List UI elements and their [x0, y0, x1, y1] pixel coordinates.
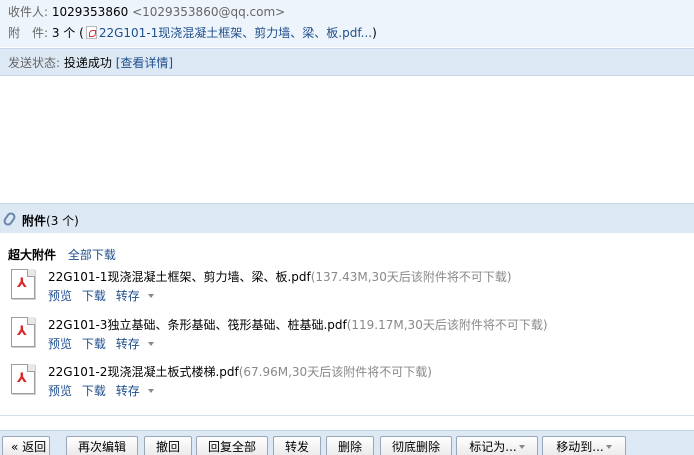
list-item: ⅄ 22G101-1现浇混凝土框架、剪力墙、梁、板.pdf(137.43M,30… — [8, 266, 688, 308]
permanent-delete-button[interactable]: 彻底删除 — [380, 436, 452, 455]
attachment-label: 附 件: — [8, 26, 49, 40]
attachment-meta: (67.96M,30天后该附件将不可下载) — [238, 365, 432, 379]
caret-down-icon — [518, 445, 525, 449]
preview-link[interactable]: 预览 — [48, 289, 72, 303]
reply-all-button[interactable]: 回复全部 — [196, 436, 268, 455]
send-status-bar: 发送状态: 投递成功 [查看详情] — [0, 48, 694, 76]
caret-down-icon — [147, 342, 154, 346]
attachment-count: 3 个 — [51, 26, 76, 40]
pdf-file-icon — [85, 26, 97, 39]
paperclip-icon — [1, 210, 18, 228]
mark-as-dropdown[interactable]: 标记为... — [456, 436, 538, 455]
list-item: ⅄ 22G101-2现浇混凝土板式楼梯.pdf(67.96M,30天后该附件将不… — [8, 361, 688, 403]
caret-down-icon — [147, 389, 154, 393]
attachment-first-link[interactable]: 22G101-1现浇混凝土框架、剪力墙、梁、板.pdf... — [99, 26, 372, 40]
attachment-paren-open: ( — [79, 26, 84, 40]
recipient-row: 收件人: 1029353860 <1029353860@qq.com> — [8, 3, 285, 21]
recipient-address[interactable]: <1029353860@qq.com> — [132, 5, 285, 19]
pdf-file-icon: ⅄ — [8, 364, 38, 396]
recipient-name[interactable]: 1029353860 — [52, 5, 128, 19]
action-toolbar: « 返回 再次编辑 撤回 回复全部 转发 删除 彻底删除 标记为... 移动到.… — [0, 430, 694, 455]
mail-header: 收件人: 1029353860 <1029353860@qq.com> 附 件:… — [0, 0, 694, 47]
attachment-actions: 预览 下载 转存 — [48, 382, 166, 399]
save-to-dropdown[interactable]: 转存 — [116, 384, 160, 398]
attachments-count: (3 个) — [46, 214, 79, 228]
large-attachments-label: 超大附件 — [8, 248, 57, 262]
forward-button[interactable]: 转发 — [273, 436, 321, 455]
attachment-filename[interactable]: 22G101-3独立基础、条形基础、筏形基础、桩基础.pdf(119.17M,3… — [48, 316, 548, 333]
attachment-paren-close: ) — [372, 26, 377, 40]
move-to-dropdown[interactable]: 移动到... — [542, 436, 626, 455]
preview-link[interactable]: 预览 — [48, 337, 72, 351]
caret-down-icon — [605, 445, 612, 449]
download-link[interactable]: 下载 — [82, 337, 106, 351]
attachments-header: 附件(3 个) — [0, 203, 694, 233]
delete-button[interactable]: 删除 — [326, 436, 374, 455]
attachment-actions: 预览 下载 转存 — [48, 335, 166, 352]
re-edit-button[interactable]: 再次编辑 — [66, 436, 138, 455]
download-link[interactable]: 下载 — [82, 289, 106, 303]
save-to-dropdown[interactable]: 转存 — [116, 337, 160, 351]
send-status-value: 投递成功 — [63, 56, 112, 70]
attachment-meta: (119.17M,30天后该附件将不可下载) — [346, 318, 548, 332]
view-details-link[interactable]: [查看详情] — [116, 56, 173, 70]
large-attachments-head: 超大附件 全部下载 — [8, 246, 116, 263]
download-all-link[interactable]: 全部下载 — [68, 248, 116, 262]
attachment-meta: (137.43M,30天后该附件将不可下载) — [310, 270, 512, 284]
download-link[interactable]: 下载 — [82, 384, 106, 398]
preview-link[interactable]: 预览 — [48, 384, 72, 398]
attachment-actions: 预览 下载 转存 — [48, 287, 166, 304]
attachment-filename[interactable]: 22G101-2现浇混凝土板式楼梯.pdf(67.96M,30天后该附件将不可下… — [48, 363, 432, 380]
divider — [0, 415, 694, 416]
recall-button[interactable]: 撤回 — [144, 436, 192, 455]
attachment-filename[interactable]: 22G101-1现浇混凝土框架、剪力墙、梁、板.pdf(137.43M,30天后… — [48, 268, 512, 285]
attachments-title: 附件(3 个) — [22, 214, 79, 228]
list-item: ⅄ 22G101-3独立基础、条形基础、筏形基础、桩基础.pdf(119.17M… — [8, 314, 688, 356]
save-to-dropdown[interactable]: 转存 — [116, 289, 160, 303]
recipient-label: 收件人: — [8, 5, 49, 19]
back-button[interactable]: « 返回 — [2, 436, 50, 455]
attachment-list: 超大附件 全部下载 ⅄ 22G101-1现浇混凝土框架、剪力墙、梁、板.pdf(… — [0, 234, 694, 414]
send-status-row: 发送状态: 投递成功 [查看详情] — [8, 54, 173, 72]
pdf-file-icon: ⅄ — [8, 269, 38, 301]
attachment-row: 附 件: 3 个 (22G101-1现浇混凝土框架、剪力墙、梁、板.pdf...… — [8, 24, 377, 42]
send-status-label: 发送状态: — [8, 56, 61, 70]
caret-down-icon — [147, 294, 154, 298]
pdf-file-icon: ⅄ — [8, 317, 38, 349]
